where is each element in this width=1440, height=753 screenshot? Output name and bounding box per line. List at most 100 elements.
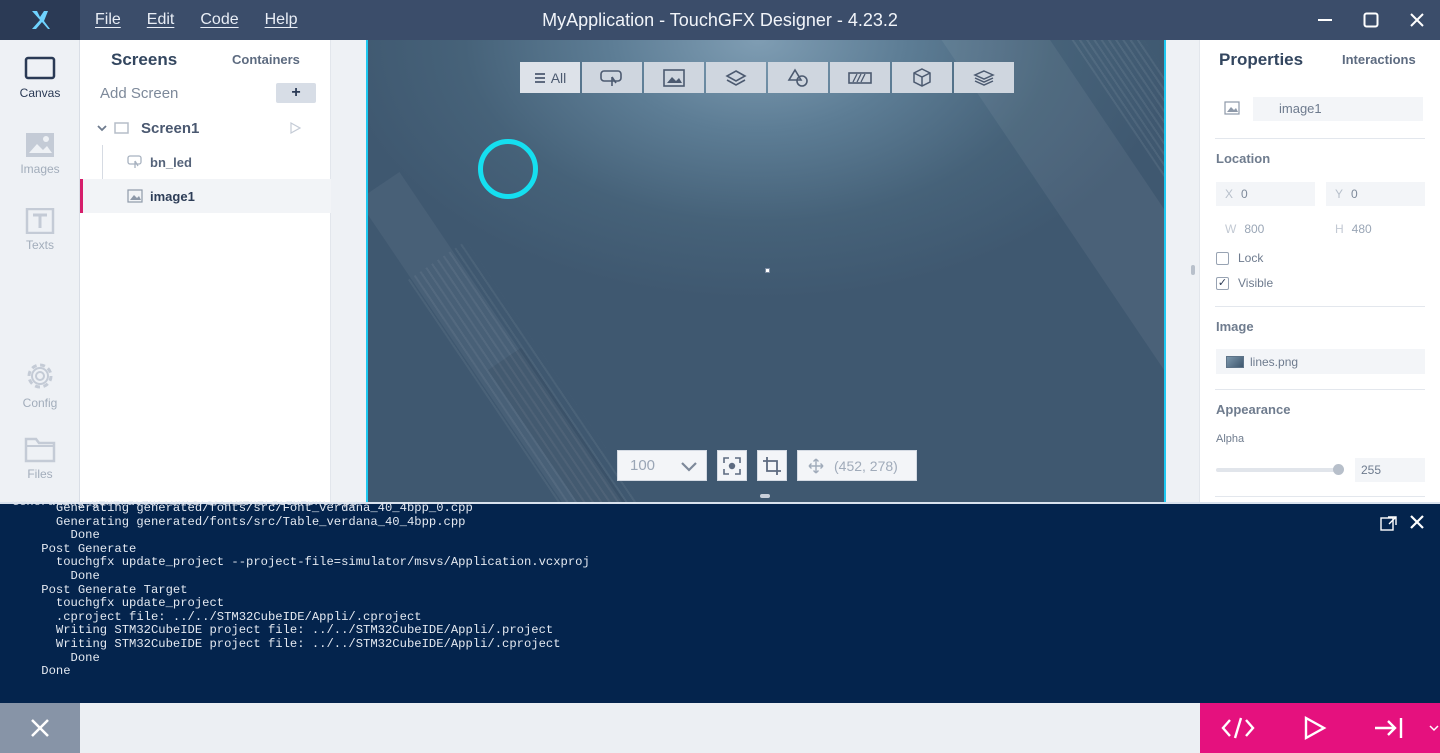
bn-led-widget[interactable] [478,139,538,199]
run-simulator-button[interactable] [1276,703,1352,753]
tree-screen-label: Screen1 [141,119,200,137]
layers-icon [725,69,747,86]
filter-misc-button[interactable] [954,62,1014,93]
play-screen-icon[interactable] [289,122,301,134]
tree-screen-row[interactable]: Screen1 [80,111,331,145]
divider [1215,389,1425,390]
run-target-button[interactable] [1352,703,1428,753]
tab-interactions[interactable]: Interactions [1342,52,1416,67]
cursor-coordinates-value: (452, 278) [834,457,898,474]
minimize-icon [1318,19,1332,21]
w-value: 800 [1244,222,1265,236]
tab-screens[interactable]: Screens [111,50,177,70]
cancel-button[interactable] [0,703,80,753]
tab-containers[interactable]: Containers [232,52,300,67]
minimize-button[interactable] [1302,0,1348,40]
height-field[interactable]: H 480 [1326,217,1425,241]
text-icon [25,208,55,234]
filter-images-button[interactable] [644,62,704,93]
maximize-button[interactable] [1348,0,1394,40]
visible-checkbox[interactable]: ✓ [1216,276,1229,290]
filter-buttons-button[interactable] [582,62,642,93]
image-select-field[interactable]: lines.png [1216,349,1425,374]
screens-panel: Screens Containers Add Screen + Screen1 … [80,40,331,502]
design-canvas[interactable]: All 100 (452, 278) [366,40,1166,502]
rail-label-config: Config [22,396,58,410]
visible-label: Visible [1238,276,1274,290]
lock-label: Lock [1238,251,1264,265]
close-icon[interactable] [1408,513,1426,531]
crop-icon [763,456,781,475]
image-icon [1224,101,1240,115]
close-icon [1410,13,1424,27]
expand-icon[interactable] [1380,515,1398,531]
filter-shapes-button[interactable] [768,62,828,93]
filter-3d-button[interactable] [892,62,952,93]
code-icon [1221,717,1255,739]
image-file-name: lines.png [1250,354,1299,369]
horizontal-splitter-handle[interactable] [760,494,770,498]
run-options-button[interactable] [1428,703,1440,753]
visible-option[interactable]: ✓ Visible [1216,276,1273,290]
menu-edit[interactable]: Edit [147,11,175,29]
tree-widget-row-selected[interactable]: image1 [80,179,331,213]
menu-file[interactable]: File [95,11,121,29]
add-screen-button[interactable]: + [276,83,316,103]
zoom-value: 100 [630,457,656,474]
chevron-down-icon [681,461,697,472]
alpha-value-field[interactable]: 255 [1355,458,1425,482]
list-icon [534,72,545,83]
tree-widget-row[interactable]: bn_led [80,145,331,179]
filter-progress-button[interactable] [830,62,890,93]
cursor-coordinates: (452, 278) [797,450,917,481]
run-actions-group [1200,703,1440,753]
move-icon [808,458,824,473]
focus-icon [723,456,741,475]
zoom-select[interactable]: 100 [617,450,707,481]
lock-checkbox[interactable] [1216,251,1229,265]
zoom-fit-button[interactable] [717,450,747,481]
close-window-button[interactable] [1394,0,1440,40]
canvas-area: All 100 (452, 278) [331,40,1199,502]
rail-item-config[interactable]: Config [0,360,80,410]
y-label: Y [1335,187,1344,201]
rail-item-canvas[interactable]: Canvas [0,56,80,100]
selection-center-handle[interactable] [765,268,770,273]
progress-icon [848,71,872,84]
x-value: 0 [1241,187,1248,201]
y-field[interactable]: Y0 [1326,182,1425,206]
filter-all-button[interactable]: All [520,62,580,93]
widget-name-field[interactable]: image1 [1253,97,1423,121]
rail-item-files[interactable]: Files [0,435,80,481]
tab-properties[interactable]: Properties [1219,50,1303,70]
lock-option[interactable]: Lock [1216,251,1263,265]
rail-item-images[interactable]: Images [0,132,80,176]
rail-label-canvas: Canvas [19,86,61,100]
rail-label-texts: Texts [25,238,54,252]
touchgfx-logo[interactable] [0,0,80,40]
divider [1215,306,1425,307]
gear-icon [27,363,53,389]
filter-containers-button[interactable] [706,62,766,93]
width-field[interactable]: W 800 [1216,217,1315,241]
vertical-splitter-handle[interactable] [1191,265,1195,275]
crop-button[interactable] [757,450,787,481]
left-nav-rail: Canvas Images Texts Config Files [0,40,80,502]
alpha-slider-thumb[interactable] [1333,464,1344,475]
title-bar: File Edit Code Help MyApplication - Touc… [0,0,1440,40]
menu-code[interactable]: Code [200,11,238,29]
properties-panel: Properties Interactions image1 Location … [1199,40,1440,502]
x-field[interactable]: X0 [1216,182,1315,206]
close-icon [31,719,49,737]
image-section-title: Image [1216,319,1254,334]
location-section-title: Location [1216,151,1271,166]
rail-item-texts[interactable]: Texts [0,208,80,252]
alpha-slider-track[interactable] [1216,468,1338,472]
w-label: W [1225,222,1237,236]
menu-help[interactable]: Help [265,11,298,29]
rail-label-files: Files [27,467,53,481]
generate-code-button[interactable] [1200,703,1276,753]
generation-log-console: Generating generated/fonts/src/Generated… [0,501,1440,703]
image-icon [127,189,143,203]
divider [1215,496,1425,497]
